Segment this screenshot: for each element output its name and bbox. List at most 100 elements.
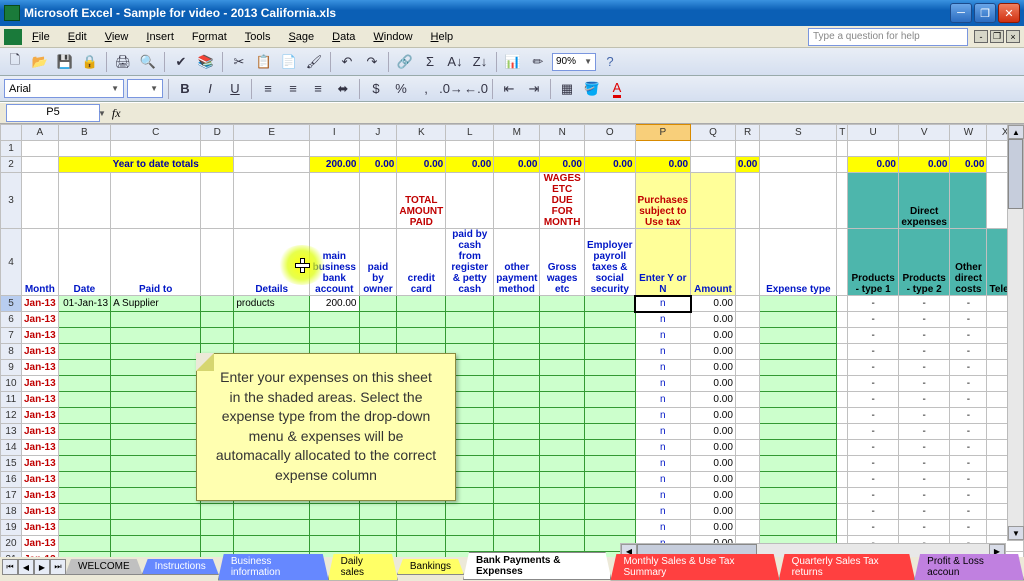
menu-data[interactable]: Data <box>324 29 363 45</box>
cell-T10[interactable] <box>837 376 848 392</box>
maximize-button[interactable]: ❐ <box>974 3 996 23</box>
cell-K19[interactable] <box>397 520 446 536</box>
format-painter-icon[interactable]: 🖌 <box>303 51 325 73</box>
cell-O7[interactable] <box>584 328 635 344</box>
cell-C19[interactable] <box>111 520 201 536</box>
new-icon[interactable]: 🗋 <box>4 51 26 73</box>
cell-B13[interactable] <box>58 424 110 440</box>
col-header-P[interactable]: P <box>635 125 691 141</box>
cell-C17[interactable] <box>111 488 201 504</box>
cell-P8[interactable]: n <box>635 344 691 360</box>
cell-Q13[interactable]: 0.00 <box>691 424 736 440</box>
cell-C14[interactable] <box>111 440 201 456</box>
sort-desc-icon[interactable]: Z↓ <box>469 51 491 73</box>
cell-T9[interactable] <box>837 360 848 376</box>
cell-T17[interactable] <box>837 488 848 504</box>
cell-B18[interactable] <box>58 504 110 520</box>
cell-U13[interactable]: - <box>848 424 899 440</box>
align-left-icon[interactable]: ≡ <box>257 78 279 100</box>
cell-N14[interactable] <box>540 440 585 456</box>
col-header-S[interactable]: S <box>760 125 837 141</box>
cell-E18[interactable] <box>234 504 310 520</box>
cell-J5[interactable] <box>359 296 397 312</box>
sort-asc-icon[interactable]: A↓ <box>444 51 466 73</box>
cell-D19[interactable] <box>201 520 234 536</box>
cell-B14[interactable] <box>58 440 110 456</box>
menu-insert[interactable]: Insert <box>138 29 182 45</box>
col-header-B[interactable]: B <box>58 125 110 141</box>
menu-view[interactable]: View <box>97 29 137 45</box>
row-header-13[interactable]: 13 <box>1 424 22 440</box>
cell-A10[interactable]: Jan-13 <box>21 376 58 392</box>
cell-L7[interactable] <box>446 328 494 344</box>
cell-S7[interactable] <box>760 328 837 344</box>
cell-B6[interactable] <box>58 312 110 328</box>
cell-I19[interactable] <box>310 520 359 536</box>
col-header-V[interactable]: V <box>898 125 949 141</box>
cell-M20[interactable] <box>494 536 540 552</box>
cell-M12[interactable] <box>494 408 540 424</box>
cell-D5[interactable] <box>201 296 234 312</box>
cell-U10[interactable]: - <box>848 376 899 392</box>
cell-O10[interactable] <box>584 376 635 392</box>
cell-C11[interactable] <box>111 392 201 408</box>
cell-P16[interactable]: n <box>635 472 691 488</box>
cell-N6[interactable] <box>540 312 585 328</box>
menu-sage[interactable]: Sage <box>280 29 322 45</box>
tab-business-info[interactable]: Business information <box>218 554 329 581</box>
cell-E7[interactable] <box>234 328 310 344</box>
minimize-button[interactable]: ─ <box>950 3 972 23</box>
cell-R18[interactable] <box>735 504 759 520</box>
cell-S6[interactable] <box>760 312 837 328</box>
cell-T12[interactable] <box>837 408 848 424</box>
cell-U14[interactable]: - <box>848 440 899 456</box>
cell-B9[interactable] <box>58 360 110 376</box>
cell-R13[interactable] <box>735 424 759 440</box>
cell-P6[interactable]: n <box>635 312 691 328</box>
cell-N11[interactable] <box>540 392 585 408</box>
cell-A12[interactable]: Jan-13 <box>21 408 58 424</box>
cell-S16[interactable] <box>760 472 837 488</box>
cell-C20[interactable] <box>111 536 201 552</box>
chart-icon[interactable]: 📊 <box>502 51 524 73</box>
cell-U17[interactable]: - <box>848 488 899 504</box>
cell-Q19[interactable]: 0.00 <box>691 520 736 536</box>
cell-R5[interactable] <box>735 296 759 312</box>
cell-V10[interactable]: - <box>898 376 949 392</box>
col-header-A[interactable]: A <box>21 125 58 141</box>
workbook-restore-button[interactable]: ❐ <box>990 30 1004 43</box>
cell-U5[interactable]: - <box>848 296 899 312</box>
cell-P7[interactable]: n <box>635 328 691 344</box>
cell-P12[interactable]: n <box>635 408 691 424</box>
cell-U18[interactable]: - <box>848 504 899 520</box>
cell-W17[interactable]: - <box>950 488 987 504</box>
cell-L18[interactable] <box>446 504 494 520</box>
cell-E20[interactable] <box>234 536 310 552</box>
cell-V15[interactable]: - <box>898 456 949 472</box>
formula-input[interactable] <box>127 104 1018 122</box>
cell-Q11[interactable]: 0.00 <box>691 392 736 408</box>
cell-P14[interactable]: n <box>635 440 691 456</box>
menu-window[interactable]: Window <box>365 29 420 45</box>
cell-E5[interactable]: products <box>234 296 310 312</box>
cell-W11[interactable]: - <box>950 392 987 408</box>
cell-B7[interactable] <box>58 328 110 344</box>
drawing-icon[interactable]: ✏ <box>527 51 549 73</box>
cell-S9[interactable] <box>760 360 837 376</box>
cell-T16[interactable] <box>837 472 848 488</box>
cell-S11[interactable] <box>760 392 837 408</box>
redo-icon[interactable]: ↷ <box>361 51 383 73</box>
row-header-5[interactable]: 5 <box>1 296 22 312</box>
cell-D6[interactable] <box>201 312 234 328</box>
cell-S13[interactable] <box>760 424 837 440</box>
cell-J20[interactable] <box>359 536 397 552</box>
cell-V14[interactable]: - <box>898 440 949 456</box>
row-header-9[interactable]: 9 <box>1 360 22 376</box>
fx-icon[interactable]: fx <box>112 106 121 121</box>
col-header-U[interactable]: U <box>848 125 899 141</box>
col-header-Q[interactable]: Q <box>691 125 736 141</box>
cell-P15[interactable]: n <box>635 456 691 472</box>
cell-W9[interactable]: - <box>950 360 987 376</box>
cell-B17[interactable] <box>58 488 110 504</box>
cell-W7[interactable]: - <box>950 328 987 344</box>
